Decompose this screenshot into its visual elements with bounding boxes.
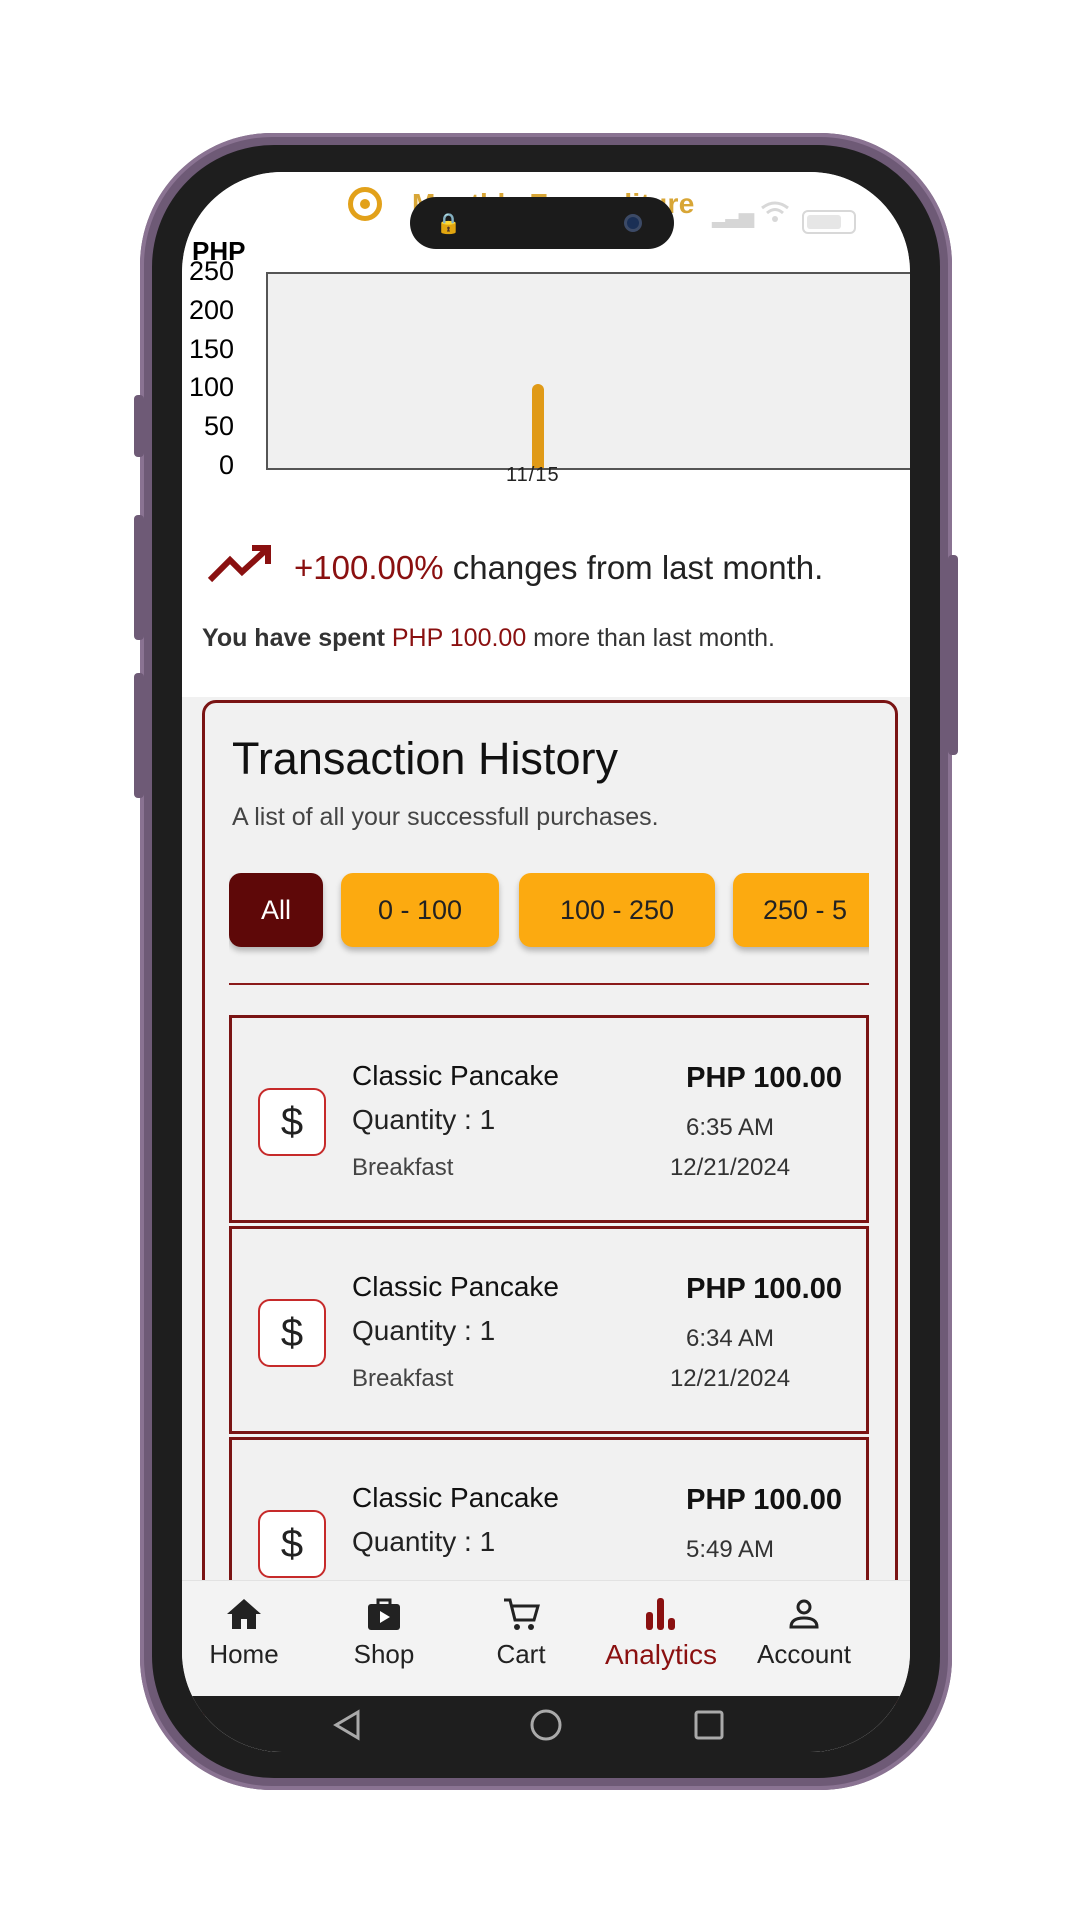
nav-home[interactable]: Home bbox=[182, 1593, 319, 1670]
y-tick-label: 100 bbox=[188, 372, 234, 403]
filter-divider bbox=[229, 983, 869, 985]
item-name: Classic Pancake bbox=[352, 1482, 559, 1513]
item-name: Classic Pancake bbox=[352, 1271, 559, 1302]
change-text: changes from last month. bbox=[443, 549, 824, 586]
nav-cart-label: Cart bbox=[496, 1639, 546, 1669]
change-percent: +100.00% bbox=[294, 549, 444, 586]
item-name: Classic Pancake bbox=[352, 1060, 559, 1091]
shopping-bag-icon bbox=[309, 1593, 459, 1635]
spent-suffix: more than last month. bbox=[526, 624, 775, 652]
chart-bar[interactable] bbox=[532, 384, 544, 468]
y-tick-label: 50 bbox=[203, 411, 234, 442]
transaction-row[interactable]: $ Classic Pancake Quantity : 1 Breakfast… bbox=[229, 1015, 869, 1223]
dynamic-island: 🔒 bbox=[410, 197, 674, 249]
home-icon bbox=[182, 1593, 319, 1635]
camera-icon bbox=[624, 214, 642, 232]
transaction-history-subtitle: A list of all your successfull purchases… bbox=[232, 803, 659, 831]
back-icon[interactable] bbox=[330, 1708, 364, 1742]
nav-home-label: Home bbox=[209, 1639, 279, 1669]
item-time: 6:34 AM bbox=[685, 1325, 775, 1352]
side-button-power bbox=[948, 555, 958, 755]
change-summary: +100.00% changes from last month. bbox=[294, 549, 823, 587]
nav-cart[interactable]: Cart bbox=[446, 1593, 596, 1670]
y-tick-label: 0 bbox=[218, 450, 234, 480]
spent-summary: You have spent PHP 100.00 more than last… bbox=[202, 624, 775, 653]
bar-chart-icon bbox=[586, 1593, 736, 1635]
filter-chip-100-250[interactable]: 100 - 250 bbox=[519, 873, 715, 947]
nav-account-label: Account bbox=[757, 1639, 851, 1669]
y-tick-label: 200 bbox=[188, 294, 234, 325]
account-icon bbox=[729, 1593, 879, 1635]
nav-analytics[interactable]: Analytics bbox=[586, 1593, 736, 1671]
side-button-volume-down bbox=[134, 673, 144, 798]
signal-icon: ▂▃▅ bbox=[712, 206, 754, 228]
item-date: 12/21/2024 bbox=[669, 1154, 791, 1181]
y-tick-label: 250 bbox=[188, 256, 234, 286]
transaction-history-title: Transaction History bbox=[232, 733, 618, 784]
price-filter-chips: All 0 - 100 100 - 250 250 - 5 bbox=[229, 873, 869, 957]
bottom-navigation: Home Shop Cart Analytics Account bbox=[182, 1580, 910, 1697]
chart-plot-area bbox=[266, 272, 910, 470]
item-price: PHP 100.00 bbox=[686, 1062, 842, 1094]
filter-chip-250-500[interactable]: 250 - 5 bbox=[733, 873, 869, 947]
lock-icon: 🔒 bbox=[436, 213, 461, 235]
filter-chip-0-100[interactable]: 0 - 100 bbox=[341, 873, 499, 947]
item-time: 6:35 AM bbox=[685, 1114, 775, 1141]
item-time: 5:49 AM bbox=[685, 1536, 775, 1563]
cart-icon bbox=[446, 1593, 596, 1635]
item-price: PHP 100.00 bbox=[686, 1484, 842, 1516]
item-quantity: Quantity : 1 bbox=[352, 1526, 496, 1557]
dollar-icon: $ bbox=[258, 1299, 326, 1367]
legend-marker-icon[interactable] bbox=[348, 187, 382, 221]
filter-chip-all[interactable]: All bbox=[229, 873, 323, 947]
item-date: 12/21/2024 bbox=[669, 1365, 791, 1392]
system-navigation-bar bbox=[182, 1696, 910, 1752]
nav-analytics-label: Analytics bbox=[604, 1639, 718, 1670]
x-tick-label: 11/15 bbox=[506, 464, 560, 486]
item-category: Breakfast bbox=[352, 1154, 454, 1181]
spent-amount: PHP 100.00 bbox=[391, 624, 527, 652]
trending-up-icon bbox=[206, 542, 276, 591]
dollar-icon: $ bbox=[258, 1510, 326, 1578]
spent-prefix: You have spent bbox=[202, 624, 392, 652]
nav-account[interactable]: Account bbox=[729, 1593, 879, 1670]
transaction-row[interactable]: $ Classic Pancake Quantity : 1 Breakfast… bbox=[229, 1226, 869, 1434]
item-quantity: Quantity : 1 bbox=[352, 1315, 496, 1346]
nav-shop[interactable]: Shop bbox=[309, 1593, 459, 1670]
item-category: Breakfast bbox=[352, 1365, 454, 1392]
side-button-mute bbox=[134, 395, 144, 457]
item-price: PHP 100.00 bbox=[686, 1273, 842, 1305]
screen: Monthly Expenditure 🔒 ▂▃▅ PHP 2502001501… bbox=[182, 172, 910, 1752]
battery-icon bbox=[802, 210, 856, 234]
nav-shop-label: Shop bbox=[353, 1639, 415, 1669]
home-circle-icon[interactable] bbox=[529, 1708, 563, 1742]
y-tick-label: 150 bbox=[188, 333, 234, 364]
dollar-icon: $ bbox=[258, 1088, 326, 1156]
item-quantity: Quantity : 1 bbox=[352, 1104, 496, 1135]
wifi-icon bbox=[760, 200, 790, 230]
recents-icon[interactable] bbox=[692, 1708, 726, 1742]
side-button-volume-up bbox=[134, 515, 144, 640]
